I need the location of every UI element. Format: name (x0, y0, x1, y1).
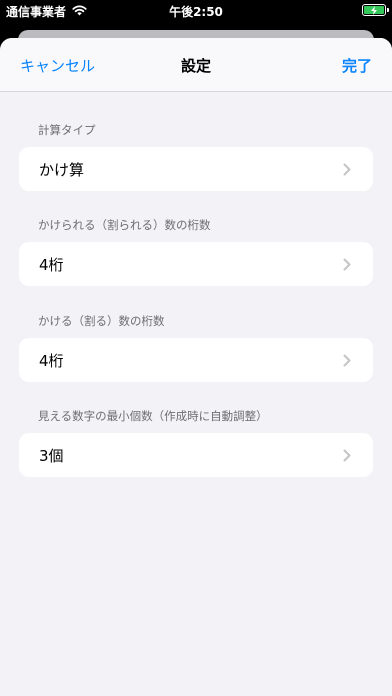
status-time: 午後2:50 (169, 5, 223, 19)
multiplier-digits-value: 4桁 (39, 351, 64, 370)
navigation-bar: キャンセル 設定 完了 (0, 38, 392, 92)
chevron-right-icon (343, 257, 353, 271)
status-bar: 通信事業者 午後2:50 (0, 0, 392, 22)
section-header: 見える数字の最小個数（作成時に自動調整） (38, 409, 268, 423)
section-header: かけられる（割られる）数の桁数 (38, 218, 211, 232)
calculation-type-row[interactable]: かけ算 (19, 147, 373, 191)
status-right (362, 4, 389, 16)
section-min-visible-numbers: 見える数字の最小個数（作成時に自動調整） 3個 (19, 407, 373, 477)
section-multiplicand-digits: かけられる（割られる）数の桁数 4桁 (19, 216, 373, 286)
screen: 通信事業者 午後2:50 キャンセル 設定 完了 計算タイプ かけ算 かけられる… (0, 0, 392, 696)
done-button[interactable]: 完了 (342, 55, 372, 76)
calculation-type-value: かけ算 (39, 160, 85, 179)
settings-sheet: キャンセル 設定 完了 計算タイプ かけ算 かけられる（割られる）数の桁数 4桁 (0, 38, 392, 696)
chevron-right-icon (343, 353, 353, 367)
cancel-button[interactable]: キャンセル (20, 55, 95, 76)
multiplicand-digits-value: 4桁 (39, 255, 64, 274)
chevron-right-icon (343, 162, 353, 176)
min-visible-numbers-row[interactable]: 3個 (19, 433, 373, 477)
chevron-right-icon (343, 448, 353, 462)
multiplicand-digits-row[interactable]: 4桁 (19, 242, 373, 286)
multiplier-digits-row[interactable]: 4桁 (19, 338, 373, 382)
section-calculation-type: 計算タイプ かけ算 (19, 121, 373, 191)
min-visible-numbers-value: 3個 (39, 446, 64, 465)
section-header: 計算タイプ (38, 123, 96, 137)
section-multiplier-digits: かける（割る）数の桁数 4桁 (19, 312, 373, 382)
section-header: かける（割る）数の桁数 (38, 314, 165, 328)
battery-charging-icon (362, 4, 389, 16)
